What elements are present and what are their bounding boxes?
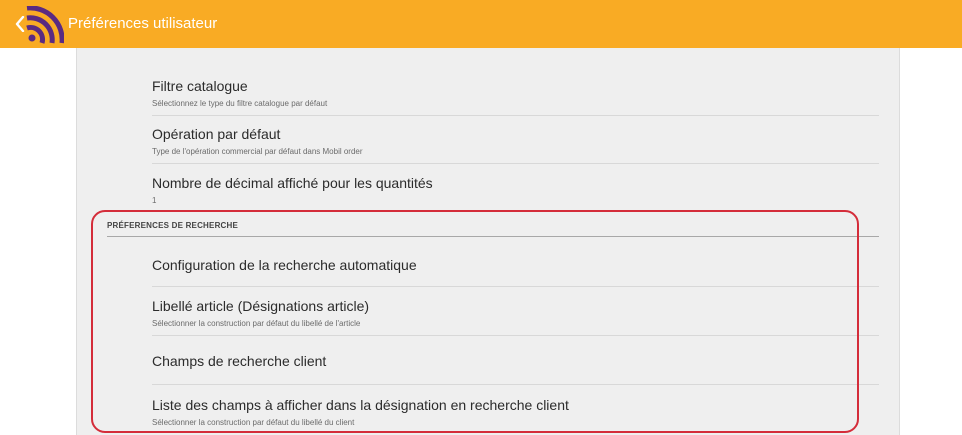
pref-quantity-decimals-value: 1 <box>152 196 157 205</box>
pref-default-operation-title: Opération par défaut <box>152 126 281 142</box>
action-bar: Préférences utilisateur <box>0 0 962 48</box>
pref-catalog-filter-summary: Sélectionnez le type du filtre catalogue… <box>152 99 328 108</box>
signal-logo-icon[interactable] <box>24 6 64 44</box>
pref-article-label-title: Libellé article (Désignations article) <box>152 298 370 314</box>
pref-default-operation[interactable]: Opération par défaut Type de l'opération… <box>152 126 879 157</box>
pref-catalog-filter[interactable]: Filtre catalogue Sélectionnez le type du… <box>152 78 879 109</box>
divider <box>152 384 879 385</box>
page-title: Préférences utilisateur <box>68 15 218 32</box>
pref-client-search-fields[interactable]: Champs de recherche client <box>152 353 879 370</box>
pref-client-designation-fields-title: Liste des champs à afficher dans la dési… <box>152 397 569 413</box>
divider <box>152 163 879 164</box>
pref-auto-search-config[interactable]: Configuration de la recherche automatiqu… <box>152 257 879 274</box>
pref-client-designation-fields-summary: Sélectionner la construction par défaut … <box>152 418 355 427</box>
section-header-search: PRÉFERENCES DE RECHERCHE <box>107 221 239 230</box>
pref-quantity-decimals[interactable]: Nombre de décimal affiché pour les quant… <box>152 175 879 206</box>
pref-article-label[interactable]: Libellé article (Désignations article) S… <box>152 298 879 329</box>
pref-catalog-filter-title: Filtre catalogue <box>152 78 248 94</box>
preferences-panel: Filtre catalogue Sélectionnez le type du… <box>76 48 900 435</box>
divider <box>152 286 879 287</box>
pref-article-label-summary: Sélectionner la construction par défaut … <box>152 319 361 328</box>
section-divider <box>107 236 879 237</box>
pref-client-search-fields-title: Champs de recherche client <box>152 353 327 369</box>
pref-default-operation-summary: Type de l'opération commercial par défau… <box>152 147 363 156</box>
divider <box>152 335 879 336</box>
divider <box>152 115 879 116</box>
pref-client-designation-fields[interactable]: Liste des champs à afficher dans la dési… <box>152 397 879 428</box>
pref-auto-search-config-title: Configuration de la recherche automatiqu… <box>152 257 417 273</box>
pref-quantity-decimals-title: Nombre de décimal affiché pour les quant… <box>152 175 433 191</box>
